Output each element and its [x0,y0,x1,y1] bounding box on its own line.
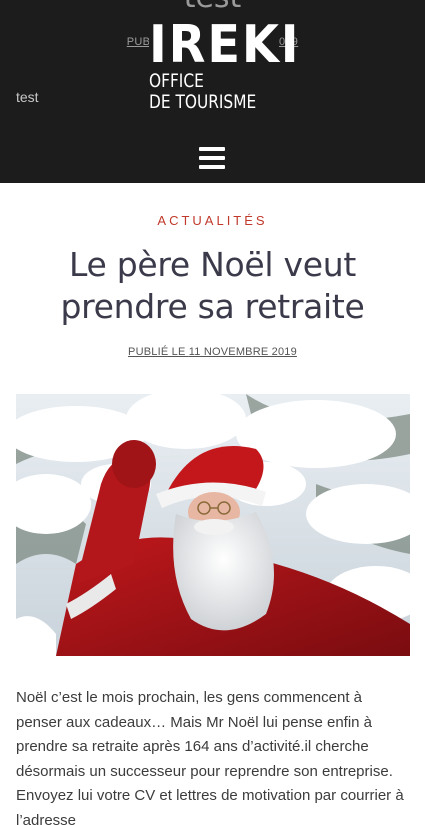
article-meta: PUBLIÉ LE 11 NOVEMBRE 2019 [0,346,425,358]
site-logo[interactable]: IREKI OFFICE DE TOURISME [149,15,301,123]
hamburger-menu-icon[interactable] [199,147,225,169]
featured-image [16,394,410,656]
publish-prefix: PUBLIÉ LE [128,346,186,358]
santa-claus-image [16,394,410,656]
article-body: Noël c’est le mois prochain, les gens co… [16,689,404,825]
publish-date-link[interactable]: PUBLIÉ LE 11 NOVEMBRE 2019 [128,346,297,358]
logo-line-tourisme: DE TOURISME [149,91,257,113]
article-title: Le père Noël veut prendre sa retraite [60,245,365,326]
underlying-post-title: test [0,0,425,15]
publish-date: 11 NOVEMBRE 2019 [188,346,297,358]
logo-line-office: OFFICE [149,70,204,92]
underlying-post-body: test [16,89,39,105]
menu-bar-top [199,147,225,151]
category-link[interactable]: ACTUALITÉS [0,213,425,228]
menu-bar-bottom [199,165,225,169]
logo-wordmark: IREKI [149,15,301,75]
menu-bar-middle [199,156,225,160]
site-header: test PUBLIÉ LE 11 NOVEMBRE 2019 test IRE… [0,0,425,183]
